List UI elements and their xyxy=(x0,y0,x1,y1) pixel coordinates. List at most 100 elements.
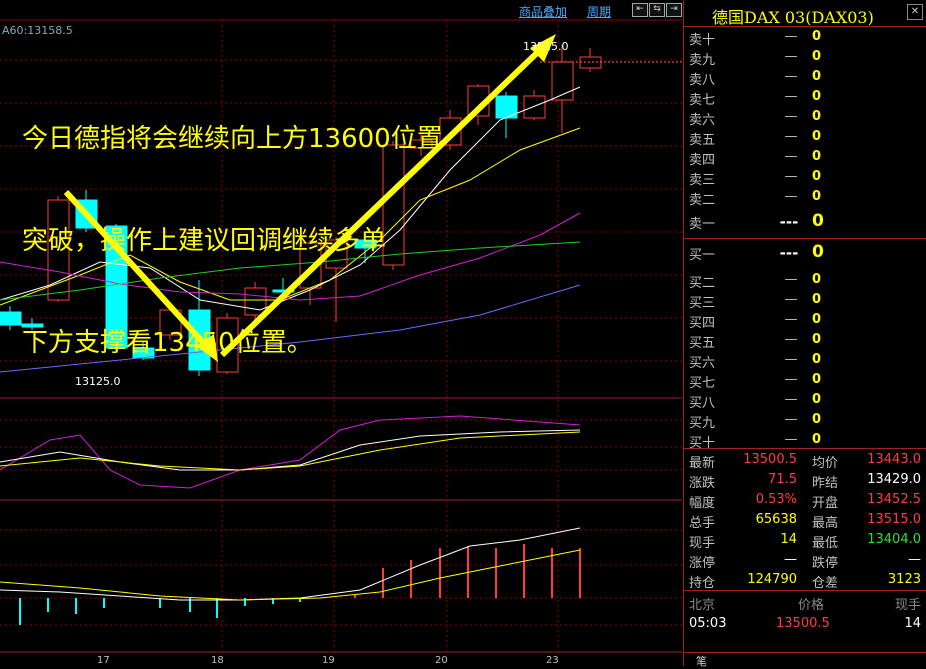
close-icon[interactable]: ✕ xyxy=(907,4,923,20)
bid-price: — xyxy=(784,292,798,307)
stat-row: 持仓 124790 仓差 3123 xyxy=(684,570,926,591)
stat-value: 13429.0 xyxy=(867,472,921,487)
period-link[interactable]: 周期 xyxy=(587,3,611,20)
candle-body xyxy=(0,311,22,326)
ask-price: — xyxy=(784,149,798,164)
scroll-left-button[interactable]: ⇤ xyxy=(632,3,648,17)
ask-row[interactable]: 卖十 — 0 xyxy=(684,27,926,48)
candle-body xyxy=(523,95,546,119)
bid-price: — xyxy=(784,372,798,387)
stat-value: 3123 xyxy=(887,572,921,587)
ask-row[interactable]: 卖九 — 0 xyxy=(684,47,926,68)
ask-qty: 0 xyxy=(812,149,822,164)
tick-price: 13500.5 xyxy=(776,616,830,631)
chart-area[interactable]: 商品叠加 周期 ⇤ ⇆ ⇥ A60:13158.5 今日德指将会继续向上方136… xyxy=(0,0,682,666)
bid-row[interactable]: 买七 — 0 xyxy=(684,370,926,391)
ask-qty: 0 xyxy=(812,129,822,144)
stat-label: 最低 xyxy=(812,536,839,551)
bid-row[interactable]: 买二 — 0 xyxy=(684,270,926,291)
ask-price: — xyxy=(784,189,798,204)
ask-qty: 0 xyxy=(812,169,822,184)
ask-row[interactable]: 卖二 — 0 xyxy=(684,187,926,208)
sidebar-header: 德国DAX 03(DAX03) ✕ xyxy=(684,0,926,27)
ma60-label: A60:13158.5 xyxy=(2,24,73,37)
bid-price: — xyxy=(784,352,798,367)
bid-row[interactable]: 买九 — 0 xyxy=(684,410,926,431)
bid-row[interactable]: 买十 —0 xyxy=(684,430,926,451)
bid-level-label: 买六 xyxy=(689,356,716,371)
bid-qty: 0 xyxy=(812,412,822,427)
sidebar-footer: 笔 xyxy=(684,652,926,669)
zoom-button[interactable]: ⇆ xyxy=(649,3,665,17)
stat-value: 13443.0 xyxy=(867,452,921,467)
bid-row[interactable]: 买八 — 0 xyxy=(684,390,926,411)
ask-row[interactable]: 卖八 — 0 xyxy=(684,67,926,88)
bid-row[interactable]: 买六 — 0 xyxy=(684,350,926,371)
x-tick-20: 20 xyxy=(435,655,448,666)
tick-vol-header: 现手 xyxy=(894,598,921,613)
tick-price-header: 价格 xyxy=(798,598,825,613)
ask-price: — xyxy=(784,109,798,124)
bid-row[interactable]: 买四 — 0 xyxy=(684,310,926,331)
stat-row: 涨停 — 跌停 — xyxy=(684,550,926,571)
stat-label: 持仓 xyxy=(689,576,716,591)
ask-price: — xyxy=(784,129,798,144)
annotation-line-2: 突破，操作上建议回调继续多单 xyxy=(22,226,387,256)
tick-row: 05:03 13500.5 14 xyxy=(684,614,926,634)
bid-qty: 0 xyxy=(812,352,822,367)
ask-row[interactable]: 卖七 — 0 xyxy=(684,87,926,108)
ask-price: — xyxy=(784,49,798,64)
bid-price: --- xyxy=(779,244,799,262)
stat-value: 124790 xyxy=(747,572,797,587)
scroll-right-button[interactable]: ⇥ xyxy=(666,3,682,17)
ask-qty: 0 xyxy=(812,49,822,64)
stat-label: 最新 xyxy=(689,456,716,471)
stat-row: 幅度 0.53% 开盘 13452.5 xyxy=(684,490,926,511)
low-price-label: 13125.0 xyxy=(75,375,121,388)
bid-price: — xyxy=(784,412,798,427)
ask-level-label: 卖九 xyxy=(689,53,716,68)
stat-row: 最新 13500.5 均价 13443.0 xyxy=(684,450,926,471)
ask-row[interactable]: 卖四 — 0 xyxy=(684,147,926,168)
bid-level-label: 买二 xyxy=(689,276,716,291)
tick-divider xyxy=(684,590,926,591)
bid-qty: 0 xyxy=(812,242,824,262)
ask-row[interactable]: 卖六 — 0 xyxy=(684,107,926,128)
tick-header: 北京 价格 现手 xyxy=(684,592,926,613)
ask-row[interactable]: 卖一 --- 0 xyxy=(684,211,926,232)
ask-qty: 0 xyxy=(812,69,822,84)
bid-row[interactable]: 买三 — 0 xyxy=(684,290,926,311)
bid-level-label: 买八 xyxy=(689,396,716,411)
bid-level-label: 买三 xyxy=(689,296,716,311)
stat-value: 13500.5 xyxy=(743,452,797,467)
overlay-link[interactable]: 商品叠加 xyxy=(519,3,567,20)
bid-level-label: 买四 xyxy=(689,316,716,331)
x-tick-18: 18 xyxy=(211,655,224,666)
bid-row[interactable]: 买一 --- 0 xyxy=(684,242,926,263)
ask-level-label: 卖五 xyxy=(689,133,716,148)
footer-tab[interactable]: 笔 xyxy=(696,653,707,669)
bid-row[interactable]: 买五 — 0 xyxy=(684,330,926,351)
ask-level-label: 卖八 xyxy=(689,73,716,88)
stat-value: 0.53% xyxy=(755,492,797,507)
stat-value: 13404.0 xyxy=(867,532,921,547)
stat-label: 开盘 xyxy=(812,496,839,511)
annotation-line-3: 下方支撑看13450位置。 xyxy=(22,328,313,358)
bid-qty: 0 xyxy=(812,272,822,287)
ask-level-label: 卖六 xyxy=(689,113,716,128)
ask-row[interactable]: 卖五 — 0 xyxy=(684,127,926,148)
stat-value: 13452.5 xyxy=(867,492,921,507)
ask-qty: 0 xyxy=(812,211,824,231)
analysis-annotation: 今日德指将会继续向上方13600位置 突破，操作上建议回调继续多单 下方支撑看1… xyxy=(22,54,443,428)
bid-qty: 0 xyxy=(812,372,822,387)
stat-row: 涨跌 71.5 昨结 13429.0 xyxy=(684,470,926,491)
ask-level-label: 卖三 xyxy=(689,173,716,188)
bid-price: — xyxy=(784,432,798,447)
ask-qty: 0 xyxy=(812,189,822,204)
stat-value: — xyxy=(784,552,797,567)
bid-price: — xyxy=(784,392,798,407)
high-price-label: 13515.0 xyxy=(523,40,569,53)
stat-row: 总手 65638 最高 13515.0 xyxy=(684,510,926,531)
ask-row[interactable]: 卖三 — 0 xyxy=(684,167,926,188)
stat-row: 现手 14 最低 13404.0 xyxy=(684,530,926,551)
